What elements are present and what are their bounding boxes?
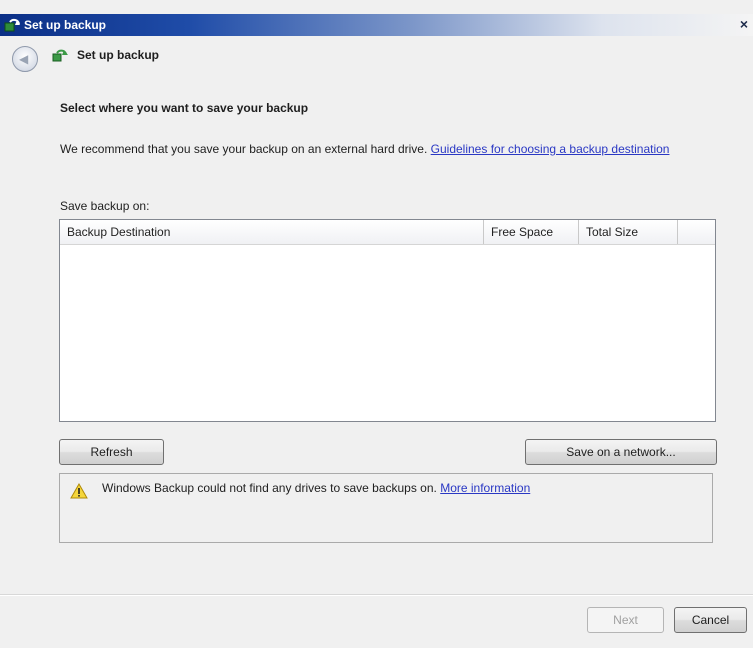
column-free-space[interactable]: Free Space <box>484 220 579 244</box>
warning-text: Windows Backup could not find any drives… <box>102 481 437 495</box>
warning-message: Windows Backup could not find any drives… <box>102 481 530 495</box>
column-total-size[interactable]: Total Size <box>579 220 678 244</box>
back-button[interactable]: ◀ <box>12 46 38 72</box>
save-on-network-button[interactable]: Save on a network... <box>525 439 717 465</box>
backup-icon <box>4 18 20 32</box>
next-button[interactable]: Next <box>587 607 664 633</box>
column-backup-destination[interactable]: Backup Destination <box>60 220 484 244</box>
footer-divider-highlight <box>0 595 753 596</box>
nav-title: Set up backup <box>77 48 160 62</box>
list-header: Backup Destination Free Space Total Size <box>60 220 715 245</box>
page-heading: Select where you want to save your backu… <box>60 101 309 115</box>
back-arrow-icon: ◀ <box>19 52 29 66</box>
save-on-label: Save backup on: <box>60 199 150 213</box>
close-icon[interactable]: × <box>736 16 752 32</box>
setup-backup-window: Set up backup × ◀ Set up backup Select w… <box>0 0 753 648</box>
refresh-button[interactable]: Refresh <box>59 439 164 465</box>
backup-destination-list[interactable]: Backup Destination Free Space Total Size <box>59 219 716 422</box>
title-bar[interactable]: Set up backup × <box>0 14 753 36</box>
window-title: Set up backup <box>24 18 107 32</box>
more-information-link[interactable]: More information <box>440 481 530 495</box>
description-text: We recommend that you save your backup o… <box>60 142 428 156</box>
backup-icon <box>52 49 68 62</box>
warning-panel: Windows Backup could not find any drives… <box>59 473 713 543</box>
guidelines-link[interactable]: Guidelines for choosing a backup destina… <box>431 142 670 156</box>
warning-icon <box>70 483 88 499</box>
cancel-button[interactable]: Cancel <box>674 607 747 633</box>
description: We recommend that you save your backup o… <box>60 141 730 158</box>
